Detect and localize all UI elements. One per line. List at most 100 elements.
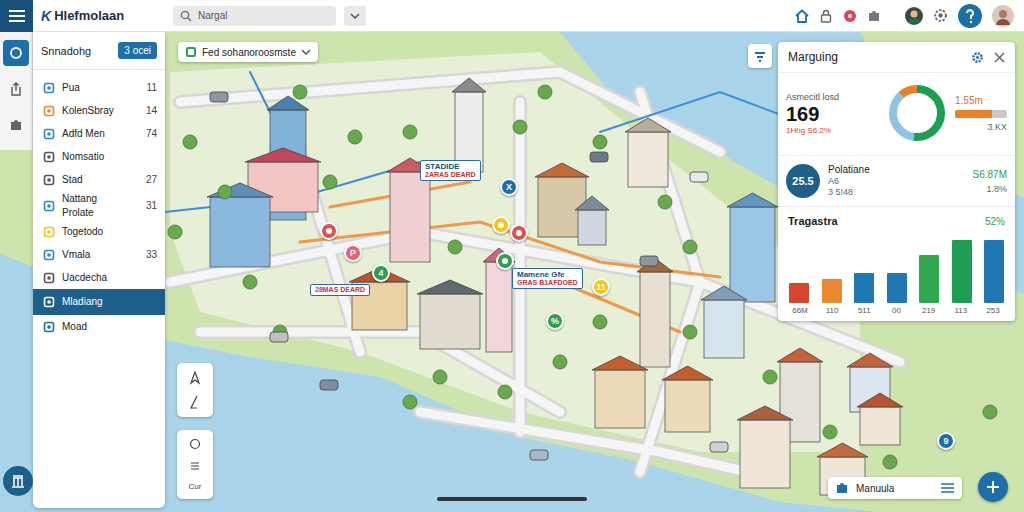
map-marker[interactable]: 11 [592,278,610,296]
chart-bar[interactable] [789,283,809,303]
sidebar-title: Snnadohg [41,45,91,57]
axis-label: 511 [852,306,876,315]
layers-button[interactable] [3,466,33,496]
icon-rail [0,32,33,150]
map-label[interactable]: Mamene GfeGRAS B1AFDOED [512,268,583,289]
building[interactable] [857,393,903,445]
tree-icon [498,385,512,399]
circle-tool-icon[interactable] [189,438,201,450]
tree-icon [513,120,527,134]
map-marker[interactable]: 4 [372,264,390,282]
chart-bar[interactable] [919,255,939,303]
close-icon[interactable] [994,52,1005,63]
meter-fill [955,110,992,118]
building[interactable] [727,193,778,302]
tree-icon [168,225,182,239]
sidebar-item[interactable]: Vmala33 [33,243,165,266]
donut-chart [885,81,949,145]
compass-icon[interactable] [188,371,202,385]
tool-label[interactable]: Cur [189,482,202,491]
search-field[interactable]: Nargal [173,6,336,26]
population-row[interactable]: 25.5PolatianeA63 5!48S6.87M1.8% [778,156,1015,207]
add-button[interactable] [978,472,1008,502]
sidebar-item[interactable]: Mladiang [33,289,165,315]
map-marker[interactable]: X [500,178,518,196]
building[interactable] [349,268,410,330]
lock-icon[interactable] [819,9,833,23]
search-icon [180,10,192,22]
map-app: KHlefmolaanNargalPX411%9STADIDE2ARAS DEA… [0,0,1024,512]
building[interactable] [701,286,747,358]
map-marker[interactable] [320,222,338,240]
map-marker[interactable]: % [546,312,564,330]
building[interactable] [737,406,793,488]
map-layer-icon [9,46,23,60]
plus-icon [986,480,1000,494]
scroll-indicator[interactable] [437,497,587,501]
panel-header: Marguing [778,42,1015,73]
sidebar-item[interactable]: Stad27 [33,168,165,191]
building[interactable] [592,356,648,428]
map-marker[interactable] [510,224,528,242]
gear-icon[interactable] [971,51,984,64]
building[interactable] [452,78,486,172]
sidebar-item[interactable]: KolenSbray14 [33,99,165,122]
map-marker[interactable] [496,252,514,270]
panel-toggle-button[interactable] [748,44,772,68]
sidebar-item[interactable]: Moad [33,315,165,338]
sidebar-item[interactable]: NattangProlate31 [33,191,165,220]
sidebar-item[interactable]: Adfd Men74 [33,122,165,145]
sidebar-item[interactable]: Pua11 [33,76,165,99]
tree-icon [553,355,567,369]
building[interactable] [662,366,713,432]
tree-icon [883,455,897,469]
map-marker[interactable] [492,216,510,234]
chart-bar[interactable] [984,240,1004,303]
building[interactable] [417,280,483,349]
puzzle-icon [836,482,848,494]
item-icon [43,249,55,261]
sidebar-header: Snnadohg 3 ocei [33,32,165,70]
sidebar-button[interactable]: 3 ocei [118,42,157,59]
sidebar: Snnadohg 3 ocei Pua11KolenSbray14Adfd Men7… [33,32,165,508]
car-icon [710,442,728,452]
sidebar-item[interactable]: Uacdecha [33,266,165,289]
settings-icon[interactable] [933,8,948,23]
search-dropdown[interactable] [344,6,366,26]
menu-icon [941,483,954,493]
menu-icon [9,9,25,23]
population-badge: 25.5 [786,164,820,198]
layer-selector[interactable]: Fed sohanoroosmste [178,42,318,62]
chart-bar[interactable] [952,240,972,303]
location-chip[interactable]: Manuula [828,477,962,499]
puzzle-icon[interactable] [867,9,881,23]
measure-icon[interactable] [188,395,202,409]
building[interactable] [637,258,673,367]
rail-button[interactable] [3,76,29,102]
help-icon[interactable] [958,4,982,28]
menu-button[interactable] [0,0,33,32]
sidebar-item[interactable]: Togetodo [33,220,165,243]
building[interactable] [483,248,515,352]
rail-button[interactable] [3,40,29,66]
map-marker[interactable]: 9 [937,432,955,450]
map-label[interactable]: STADIDE2ARAS DEARD [420,160,481,181]
map-tools [177,363,213,417]
chart-percent: 52% [985,216,1005,227]
rail-button[interactable] [3,112,29,138]
list-icon[interactable] [189,460,201,472]
avatar-icon[interactable] [905,7,923,25]
car-icon [270,332,288,342]
building[interactable] [207,183,273,267]
map-label[interactable]: 28MAS DEARD [310,284,370,296]
home-icon[interactable] [795,9,809,23]
chart-bar[interactable] [822,279,842,303]
building[interactable] [575,196,609,245]
chart-bar[interactable] [887,273,907,303]
notification-icon[interactable] [843,9,857,23]
map-marker[interactable]: P [344,244,362,262]
profile-avatar-icon[interactable] [992,5,1014,27]
building[interactable] [625,118,671,187]
sidebar-item[interactable]: Nomsatio [33,145,165,168]
chart-bar[interactable] [854,273,874,303]
